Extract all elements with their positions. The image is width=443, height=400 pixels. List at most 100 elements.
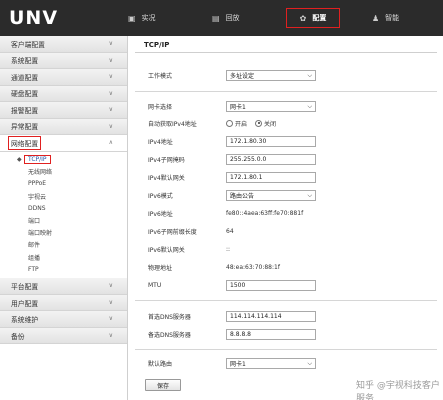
sidebar-item-user-config[interactable]: 用户配置 ∨ <box>0 294 127 312</box>
sidebar-subitem-label: 宇视云 <box>28 193 47 201</box>
title-divider <box>135 52 437 53</box>
ipv4-mask-input[interactable]: 255.255.0.0 <box>226 153 316 165</box>
sidebar-subitem-pppoe[interactable]: PPPoE <box>0 178 127 190</box>
nav-config-label: 配置 <box>312 14 327 22</box>
sidebar-item-client-config[interactable]: 客户端配置 ∨ <box>0 36 127 53</box>
sidebar-subitem-email[interactable]: 邮件 <box>0 239 127 251</box>
row-ipv6-prefix: IPv6子网前缀长度 64 <box>148 225 234 237</box>
row-ipv6-gateway: IPv6默认网关 :: <box>148 243 230 255</box>
sidebar-item-exception-config[interactable]: 异常配置 ∨ <box>0 118 127 135</box>
sidebar-item-channel-config[interactable]: 通道配置 ∨ <box>0 69 127 86</box>
sidebar-subitem-port[interactable]: 端口 <box>0 214 127 226</box>
row-mac-address: 物理地址 48:ea:63:70:88:1f <box>148 261 280 273</box>
dhcp-label: 自动获取IPv4地址 <box>148 120 197 128</box>
sidebar-item-label: 系统配置 <box>11 57 39 66</box>
chevron-down-icon: ⌵ <box>307 191 312 199</box>
ipv6-gateway-label: IPv6默认网关 <box>148 246 185 254</box>
nic-select[interactable]: 网卡1 ⌵ <box>226 100 316 112</box>
sidebar-item-label: 系统维护 <box>11 316 39 325</box>
nav-playback[interactable]: ▤ 回放 <box>212 0 240 36</box>
sidebar-subitem-ddns[interactable]: DDNS <box>0 202 127 214</box>
dhcp-off-radio[interactable]: 关闭 <box>255 119 276 128</box>
sidebar-item-disk-config[interactable]: 硬盘配置 ∨ <box>0 85 127 102</box>
row-nic-select: 网卡选择 网卡1 ⌵ <box>148 100 316 112</box>
nav-config[interactable]: ✿ 配置 <box>286 8 340 28</box>
ipv6-prefix-value: 64 <box>226 227 234 235</box>
chevron-down-icon: ⌵ <box>307 102 312 110</box>
playback-icon: ▤ <box>212 13 220 23</box>
mtu-input[interactable]: 1500 <box>226 279 316 291</box>
chevron-down-icon: ∨ <box>108 315 113 323</box>
dns-primary-input[interactable]: 114.114.114.114 <box>226 310 316 322</box>
nic-select-label: 网卡选择 <box>148 103 173 111</box>
save-button[interactable]: 保存 <box>145 379 181 391</box>
content-panel: TCP/IP 工作模式 多址设定 ⌵ 网卡选择 网卡1 ⌵ 自动获取IPv4地址… <box>130 36 443 400</box>
chevron-down-icon: ∨ <box>108 40 113 47</box>
row-ipv6-mode: IPv6模式 路由公告 ⌵ <box>148 189 316 201</box>
person-icon: ♟ <box>372 13 380 23</box>
sidebar-item-alarm-config[interactable]: 报警配置 ∨ <box>0 102 127 119</box>
sidebar-item-backup[interactable]: 备份 ∨ <box>0 327 127 345</box>
sidebar-subitem-label: PPPoE <box>28 180 47 188</box>
brand-logo: UNV <box>9 7 59 29</box>
default-route-select[interactable]: 网卡1 ⌵ <box>226 357 316 369</box>
sidebar: 客户端配置 ∨ 系统配置 ∨ 通道配置 ∨ 硬盘配置 ∨ 报警配置 ∨ 异常配置… <box>0 36 128 400</box>
chevron-down-icon: ⌵ <box>307 359 312 367</box>
ipv6-prefix-label: IPv6子网前缀长度 <box>148 228 197 236</box>
sidebar-subitem-port-mapping[interactable]: 端口映射 <box>0 227 127 239</box>
sidebar-item-system-config[interactable]: 系统配置 ∨ <box>0 52 127 69</box>
row-work-mode: 工作模式 多址设定 ⌵ <box>148 69 316 81</box>
dns-primary-label: 首选DNS服务器 <box>148 313 191 321</box>
sidebar-item-network-config[interactable]: 网络配置 ∧ <box>0 135 127 152</box>
dhcp-off-label: 关闭 <box>264 120 277 128</box>
chevron-down-icon: ∨ <box>108 73 113 80</box>
row-ipv6-address: IPv6地址 fe80::4aea:63ff:fe70:881f <box>148 207 303 219</box>
page-title: TCP/IP <box>144 41 170 49</box>
watermark: 知乎 @宇视科技客户服务 <box>356 381 440 400</box>
sidebar-subitem-multicast[interactable]: 组播 <box>0 251 127 263</box>
sidebar-item-system-maintenance[interactable]: 系统维护 ∨ <box>0 311 127 328</box>
sidebar-subitem-label: TCP/IP <box>24 155 51 165</box>
sidebar-subitem-ftp[interactable]: FTP <box>0 263 127 275</box>
dhcp-on-label: 开启 <box>235 120 248 128</box>
nav-playback-label: 回放 <box>225 14 240 22</box>
work-mode-select[interactable]: 多址设定 ⌵ <box>226 69 316 81</box>
nav-realtime[interactable]: ▣ 实况 <box>128 0 156 36</box>
section-divider <box>135 91 437 92</box>
ipv6-mode-value: 路由公告 <box>230 192 255 200</box>
sidebar-subitem-label: 邮件 <box>28 242 41 250</box>
sidebar-subitem-tcpip[interactable]: ◆ TCP/IP <box>0 154 127 166</box>
ipv4-address-input[interactable]: 172.1.80.30 <box>226 135 316 147</box>
dns-secondary-label: 备选DNS服务器 <box>148 331 191 339</box>
default-route-value: 网卡1 <box>230 360 246 368</box>
row-dns-primary: 首选DNS服务器 114.114.114.114 <box>148 310 316 322</box>
row-dns-secondary: 备选DNS服务器 8.8.8.8 <box>148 328 316 340</box>
sidebar-subitem-label: DDNS <box>28 204 46 212</box>
dhcp-on-radio[interactable]: 开启 <box>226 119 247 128</box>
sidebar-subitem-cloud[interactable]: 宇视云 <box>0 190 127 202</box>
ipv6-gateway-value: :: <box>226 245 231 253</box>
work-mode-label: 工作模式 <box>148 72 173 80</box>
radio-circle-selected <box>255 119 263 127</box>
row-ipv4-mask: IPv4子网掩码 255.255.0.0 <box>148 153 316 165</box>
mac-address-value: 48:ea:63:70:88:1f <box>226 263 280 271</box>
sidebar-subitem-wireless[interactable]: 无线网络 <box>0 166 127 178</box>
sidebar-item-label: 备份 <box>11 332 25 341</box>
network-submenu: ◆ TCP/IP 无线网络 PPPoE 宇视云 DDNS 端口 端口映射 邮件 … <box>0 152 127 279</box>
nav-smart[interactable]: ♟ 智能 <box>372 0 399 36</box>
default-route-label: 默认路由 <box>148 360 173 368</box>
ipv4-gateway-label: IPv4默认网关 <box>148 174 185 182</box>
sidebar-subitem-label: 端口 <box>28 218 41 226</box>
gear-icon: ✿ <box>299 13 307 23</box>
sidebar-subitem-label: FTP <box>28 265 39 273</box>
sidebar-item-platform-config[interactable]: 平台配置 ∨ <box>0 278 127 295</box>
mac-address-label: 物理地址 <box>148 264 173 272</box>
ipv4-gateway-input[interactable]: 172.1.80.1 <box>226 171 316 183</box>
ipv4-mask-label: IPv4子网掩码 <box>148 156 185 164</box>
chevron-down-icon: ∨ <box>108 298 113 306</box>
monitor-icon: ▣ <box>128 13 136 23</box>
dns-secondary-input[interactable]: 8.8.8.8 <box>226 328 316 340</box>
ipv6-mode-select[interactable]: 路由公告 ⌵ <box>226 189 316 201</box>
sidebar-item-label: 异常配置 <box>11 123 39 132</box>
chevron-down-icon: ∨ <box>108 89 113 97</box>
